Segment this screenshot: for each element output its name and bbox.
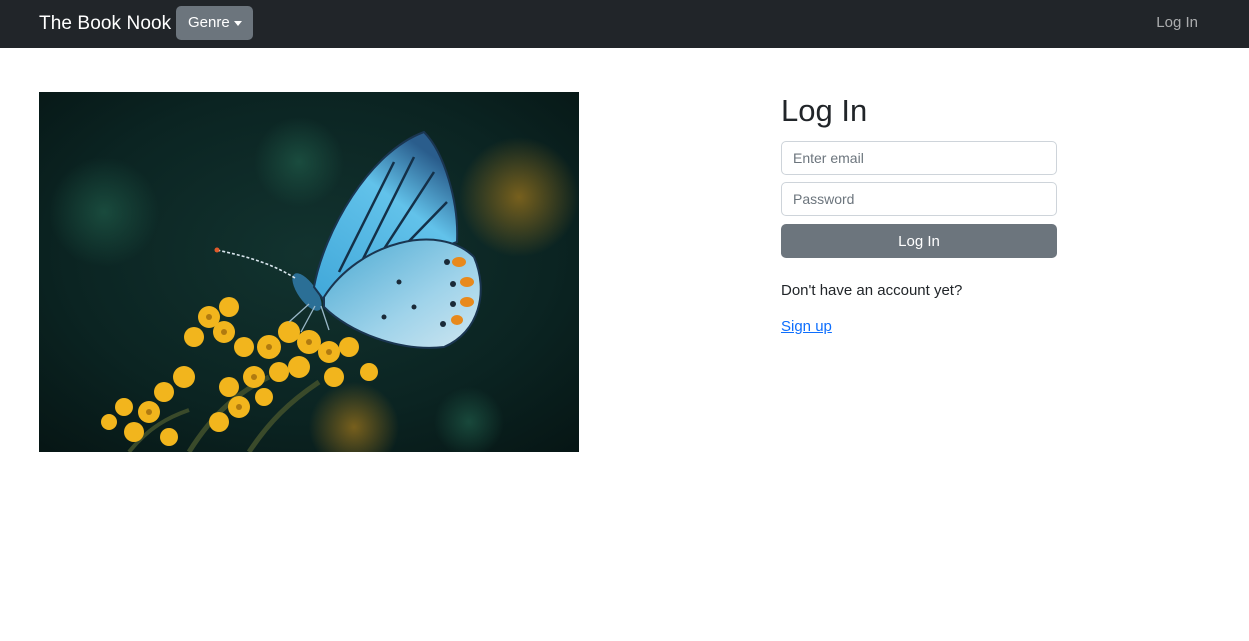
signup-link[interactable]: Sign up [781, 318, 832, 336]
top-navbar: The Book Nook Genre Log In [0, 0, 1249, 48]
caret-down-icon [234, 21, 242, 26]
genre-dropdown-label: Genre [188, 14, 230, 31]
nav-login-link[interactable]: Log In [1156, 14, 1198, 32]
login-submit-button[interactable]: Log In [781, 224, 1057, 258]
butterfly-image [39, 92, 579, 452]
hero-image [39, 92, 579, 452]
email-input[interactable] [781, 141, 1057, 175]
brand-link[interactable]: The Book Nook [39, 12, 171, 36]
login-heading: Log In [781, 93, 868, 128]
password-input[interactable] [781, 182, 1057, 216]
genre-dropdown-button[interactable]: Genre [176, 6, 253, 40]
no-account-text: Don't have an account yet? [781, 282, 963, 299]
